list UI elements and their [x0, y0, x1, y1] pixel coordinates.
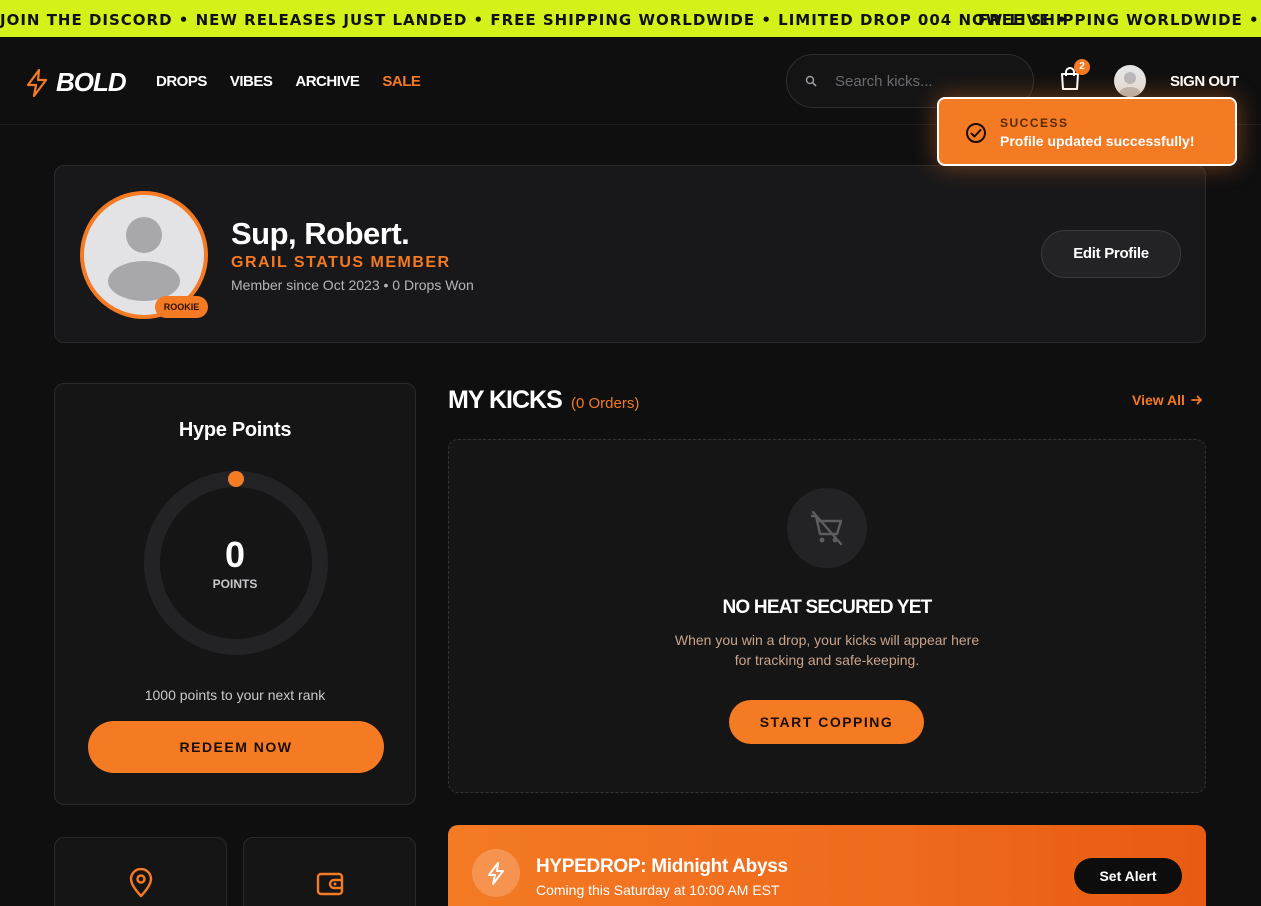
edit-profile-button[interactable]: Edit Profile	[1041, 230, 1181, 278]
view-all-link[interactable]: View All	[1132, 392, 1203, 408]
points-value: 0	[224, 534, 246, 575]
membership-status: GRAIL STATUS MEMBER	[231, 254, 451, 271]
cart-off-icon	[811, 510, 843, 546]
search-input[interactable]	[835, 72, 1005, 90]
member-meta: Member since Oct 2023 • 0 Drops Won	[231, 277, 474, 293]
check-circle-icon	[966, 123, 986, 143]
logo[interactable]: BOLD	[26, 67, 127, 98]
empty-desc-line-2: for tracking and safe-keeping.	[734, 652, 920, 668]
nav-archive[interactable]: ARCHIVE	[295, 73, 360, 90]
search-icon	[805, 75, 817, 87]
empty-orders-panel: NO HEAT SECURED YET When you win a drop,…	[448, 439, 1206, 793]
hype-points-card: Hype Points 0 POINTS 1000 points to your…	[54, 383, 416, 805]
addresses-card[interactable]	[54, 837, 227, 906]
redeem-now-button[interactable]: REDEEM NOW	[88, 721, 384, 773]
my-kicks-title: MY KICKS	[448, 386, 563, 414]
nav-vibes[interactable]: VIBES	[230, 73, 273, 90]
progress-indicator-dot	[228, 471, 244, 487]
cart-count-badge: 2	[1074, 59, 1090, 75]
toast-message: Profile updated successfully!	[1000, 133, 1195, 149]
start-copping-button[interactable]: START COPPING	[729, 700, 924, 744]
next-rank-text: 1000 points to your next rank	[144, 687, 326, 703]
wallet-card[interactable]	[243, 837, 416, 906]
toast-title: SUCCESS	[1000, 116, 1069, 130]
hypedrop-subtitle: Coming this Saturday at 10:00 AM EST	[536, 882, 780, 898]
logo-text: BOLD	[56, 67, 127, 97]
empty-cart-icon-wrapper	[787, 488, 867, 568]
hype-points-title: Hype Points	[178, 419, 292, 441]
hypedrop-title: HYPEDROP: Midnight Abyss	[536, 856, 788, 877]
ticker-text-repeat: FREE SHIPPING WORLDWIDE • LIMI	[978, 11, 1261, 29]
hypedrop-banner: HYPEDROP: Midnight Abyss Coming this Sat…	[448, 825, 1206, 906]
hypedrop-icon-wrapper	[472, 849, 520, 897]
lightning-icon	[488, 862, 504, 885]
nav-drops[interactable]: DROPS	[156, 73, 207, 90]
map-pin-icon	[129, 868, 153, 898]
announcement-ticker: JOIN THE DISCORD • NEW RELEASES JUST LAN…	[0, 0, 1261, 37]
empty-state-title: NO HEAT SECURED YET	[722, 597, 933, 618]
wallet-icon	[316, 872, 344, 896]
view-all-label: View All	[1132, 392, 1185, 408]
avatar-silhouette-icon	[1119, 72, 1141, 97]
profile-card: ROOKIE Sup, Robert. GRAIL STATUS MEMBER …	[54, 165, 1206, 343]
set-alert-button[interactable]: Set Alert	[1074, 858, 1182, 894]
rank-badge: ROOKIE	[155, 296, 208, 318]
empty-state-description: When you win a drop, your kicks will app…	[449, 630, 1205, 670]
success-toast[interactable]: SUCCESS Profile updated successfully!	[937, 97, 1237, 166]
sign-out-link[interactable]: SIGN OUT	[1170, 73, 1239, 90]
orders-count: (0 Orders)	[571, 395, 640, 412]
lightning-icon	[26, 68, 48, 97]
profile-greeting: Sup, Robert.	[231, 216, 410, 251]
main-nav: DROPS VIBES ARCHIVE SALE	[156, 73, 443, 90]
arrow-right-icon	[1190, 395, 1202, 405]
empty-desc-line-1: When you win a drop, your kicks will app…	[674, 632, 980, 648]
points-label: POINTS	[212, 577, 258, 591]
user-avatar[interactable]	[1114, 65, 1146, 97]
nav-sale[interactable]: SALE	[382, 73, 421, 90]
ticker-text: JOIN THE DISCORD • NEW RELEASES JUST LAN…	[0, 11, 1068, 29]
